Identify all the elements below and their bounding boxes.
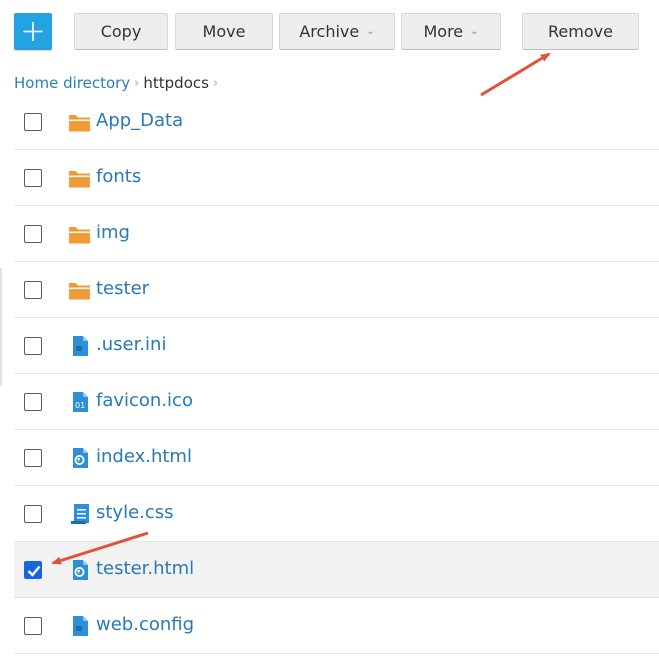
web-file-icon bbox=[68, 559, 92, 581]
file-list: App_Datafonts img tester .user.ini 01 favicon… bbox=[14, 95, 659, 654]
add-button[interactable] bbox=[14, 13, 52, 50]
chevron-right-icon: › bbox=[212, 75, 219, 91]
more-button-label: More bbox=[423, 22, 464, 41]
annotation-arrow-remove bbox=[480, 52, 551, 97]
file-row-checkbox[interactable] bbox=[24, 281, 42, 299]
folder-icon bbox=[68, 279, 92, 301]
file-row[interactable]: style.css bbox=[14, 486, 659, 542]
file-row[interactable]: tester.html bbox=[14, 542, 659, 598]
file-row[interactable]: App_Data bbox=[14, 95, 659, 150]
svg-text:01: 01 bbox=[75, 401, 85, 410]
file-row-checkbox[interactable] bbox=[24, 337, 42, 355]
file-row-checkbox[interactable] bbox=[24, 169, 42, 187]
copy-button[interactable]: Copy bbox=[74, 13, 168, 50]
archive-button-label: Archive bbox=[299, 22, 360, 41]
move-button-label: Move bbox=[202, 22, 246, 41]
file-row-checkbox[interactable] bbox=[24, 617, 42, 635]
file-icon bbox=[68, 335, 92, 357]
breadcrumb-home-link[interactable]: Home directory bbox=[14, 74, 130, 92]
chevron-down-icon: ⌄ bbox=[470, 26, 479, 37]
file-row-checkbox[interactable] bbox=[24, 225, 42, 243]
copy-button-label: Copy bbox=[100, 22, 142, 41]
file-row-checkbox[interactable] bbox=[24, 113, 42, 131]
remove-button[interactable]: Remove bbox=[522, 13, 639, 50]
breadcrumb-current: httpdocs bbox=[143, 74, 209, 92]
file-row-checkbox[interactable] bbox=[24, 505, 42, 523]
toolbar: Copy Move Archive ⌄ More ⌄ Remove bbox=[0, 0, 659, 60]
folder-icon bbox=[68, 223, 92, 245]
check-icon bbox=[27, 565, 41, 577]
more-button[interactable]: More ⌄ bbox=[401, 13, 501, 50]
web-file-icon bbox=[68, 447, 92, 469]
file-name-link[interactable]: tester.html bbox=[96, 558, 194, 579]
file-name-link[interactable]: tester bbox=[96, 278, 149, 299]
file-name-link[interactable]: .user.ini bbox=[96, 334, 166, 355]
file-name-link[interactable]: style.css bbox=[96, 502, 174, 523]
folder-icon bbox=[68, 111, 92, 133]
file-row[interactable]: web.config bbox=[14, 598, 659, 654]
file-name-link[interactable]: App_Data bbox=[96, 110, 183, 131]
file-row-checkbox[interactable] bbox=[24, 449, 42, 467]
move-button[interactable]: Move bbox=[175, 13, 273, 50]
file-row[interactable]: tester bbox=[14, 262, 659, 318]
chevron-right-icon: › bbox=[134, 75, 140, 91]
chevron-down-icon: ⌄ bbox=[366, 26, 375, 37]
file-row[interactable]: fonts bbox=[14, 150, 659, 206]
file-icon bbox=[68, 615, 92, 637]
file-name-link[interactable]: web.config bbox=[96, 614, 194, 635]
file-row-checkbox[interactable] bbox=[24, 393, 42, 411]
file-name-link[interactable]: favicon.ico bbox=[96, 390, 193, 411]
file-row-checkbox[interactable] bbox=[24, 561, 42, 579]
plus-icon bbox=[23, 22, 43, 41]
file-name-link[interactable]: img bbox=[96, 222, 130, 243]
folder-icon bbox=[68, 167, 92, 189]
file-row[interactable]: 01 favicon.ico bbox=[14, 374, 659, 430]
binary-file-icon: 01 bbox=[68, 391, 92, 413]
file-name-link[interactable]: fonts bbox=[96, 166, 141, 187]
breadcrumb: Home directory › httpdocs › bbox=[14, 73, 222, 93]
remove-button-label: Remove bbox=[548, 22, 613, 41]
stylesheet-file-icon bbox=[68, 503, 92, 525]
archive-button[interactable]: Archive ⌄ bbox=[279, 13, 395, 50]
scrollbar-track[interactable] bbox=[0, 268, 2, 386]
file-row[interactable]: index.html bbox=[14, 430, 659, 486]
file-name-link[interactable]: index.html bbox=[96, 446, 192, 467]
file-row[interactable]: img bbox=[14, 206, 659, 262]
file-row[interactable]: .user.ini bbox=[14, 318, 659, 374]
